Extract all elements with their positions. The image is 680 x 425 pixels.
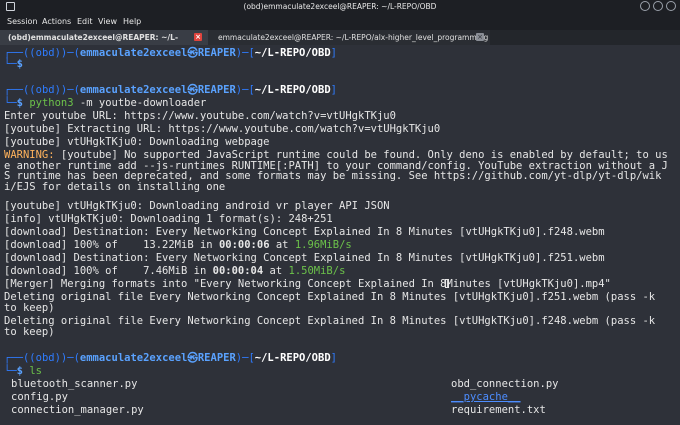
output-line: Deleting original file Every Networking … — [4, 291, 656, 303]
title-bar: (obd)emmaculate2exceel@REAPER: ~/L-REPO/… — [0, 0, 680, 14]
file-entry: connection_manager.py — [11, 404, 144, 416]
file-entry: obd_connection.py — [451, 378, 559, 390]
close-icon[interactable] — [666, 1, 676, 11]
file-entry: config.py — [11, 391, 68, 403]
output-line: Enter youtube URL: https://www.youtube.c… — [4, 110, 396, 122]
output-line: [download] Destination: Every Networking… — [4, 252, 605, 264]
output-line: to keep) — [4, 302, 55, 314]
output-line: [info] vtUHgkTKju0: Downloading 1 format… — [4, 213, 333, 225]
tab-alx[interactable]: emmaculate2exceel@REAPER: ~/L-REPO/alx-h… — [208, 30, 490, 45]
command-line: └─$ ls — [4, 365, 42, 377]
prompt-line: ┌──((obd))─(emmaculate2exceel㉿REAPER)─[~… — [4, 352, 337, 364]
menu-edit[interactable]: Edit — [77, 17, 93, 26]
menu-actions[interactable]: Actions — [42, 17, 71, 26]
prompt-line: ┌──((obd))─(emmaculate2exceel㉿REAPER)─[~… — [4, 47, 337, 59]
progress-line: [download] 100% of 7.46MiB in 00:00:04 a… — [4, 265, 346, 277]
command-line: └─$ python3 -m youtbe-downloader — [4, 97, 207, 109]
tab-label: emmaculate2exceel@REAPER: ~/L-REPO/alx-h… — [218, 33, 489, 42]
file-entry: bluetooth_scanner.py — [11, 378, 138, 390]
window-title: (obd)emmaculate2exceel@REAPER: ~/L-REPO/… — [243, 2, 437, 11]
tab-close-icon[interactable]: × — [194, 33, 202, 41]
tab-close-icon[interactable]: × — [476, 33, 484, 41]
output-line: [youtube] Extracting URL: https://www.yo… — [4, 123, 441, 135]
file-entry: requirement.txt — [451, 404, 546, 416]
scrollbar[interactable] — [676, 45, 680, 425]
output-line: [download] Destination: Every Networking… — [4, 226, 605, 238]
prompt-input-line: └─$ — [4, 58, 23, 70]
menu-session[interactable]: Session — [7, 17, 38, 26]
tab-bar: (obd)emmaculate2exceel@REAPER: ~/L-REPO/… — [0, 30, 680, 57]
menu-view[interactable]: View — [98, 17, 117, 26]
progress-line: [download] 100% of 13.22MiB in 00:00:06 … — [4, 239, 352, 251]
maximize-icon[interactable] — [653, 1, 663, 11]
directory-entry: __pycache__ — [451, 391, 521, 403]
menu-help[interactable]: Help — [123, 17, 141, 26]
output-line: [youtube] vtUHgkTKju0: Downloading webpa… — [4, 136, 270, 148]
menu-bar: Session Actions Edit View Help — [0, 14, 680, 30]
merger-line: [Merger] Merging formats into "Every Net… — [4, 278, 611, 290]
output-line: to keep) — [4, 326, 55, 338]
minimize-icon[interactable] — [640, 1, 650, 11]
terminal-output[interactable]: ┌──((obd))─(emmaculate2exceel㉿REAPER)─[~… — [0, 45, 680, 425]
output-line: Deleting original file Every Networking … — [4, 315, 656, 327]
prompt-line: ┌──((obd))─(emmaculate2exceel㉿REAPER)─[~… — [4, 84, 337, 96]
tab-obd[interactable]: (obd)emmaculate2exceel@REAPER: ~/L-REPO/… — [0, 30, 208, 57]
terminal-window: (obd)emmaculate2exceel@REAPER: ~/L-REPO/… — [0, 0, 680, 425]
warning-message: WARNING: [youtube] No supported JavaScri… — [4, 149, 668, 194]
output-line: [youtube] vtUHgkTKju0: Downloading andro… — [4, 200, 390, 212]
